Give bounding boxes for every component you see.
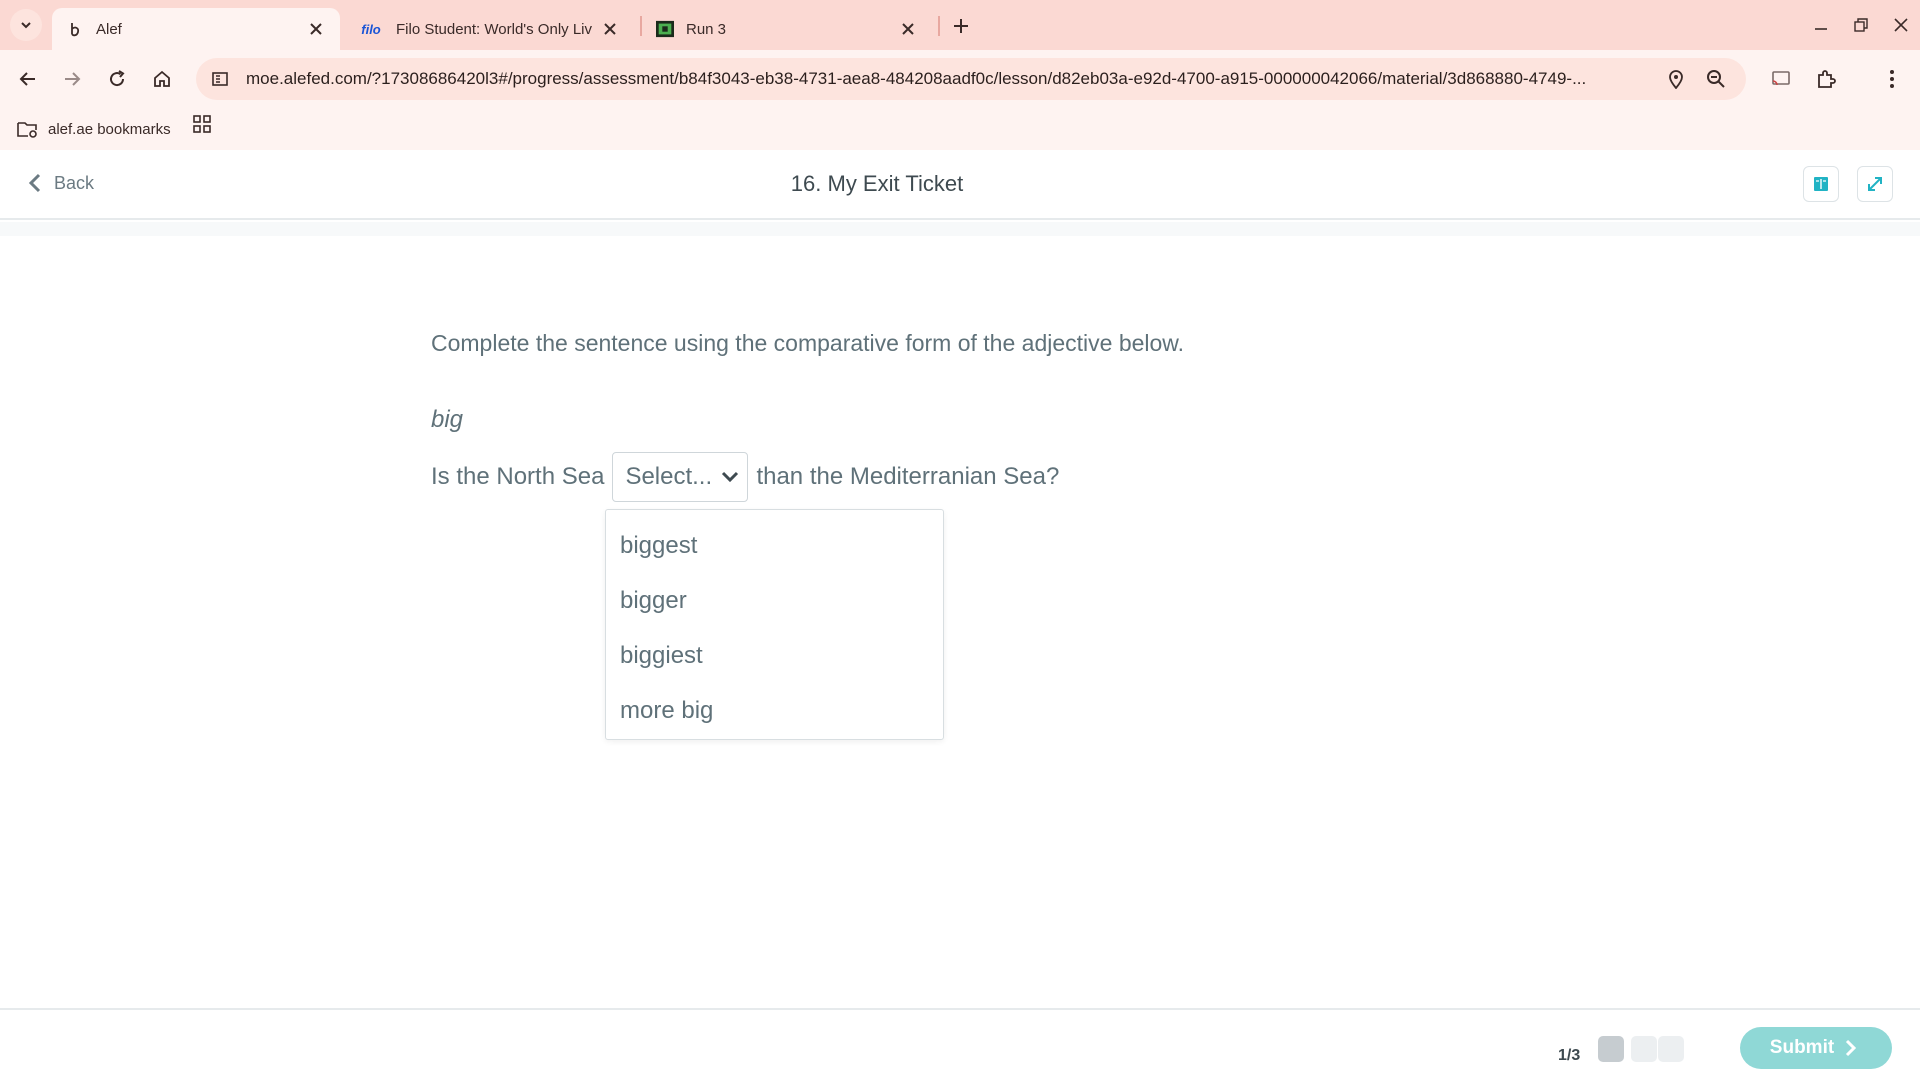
tab-search-button[interactable] (10, 9, 42, 41)
minimize-icon (1815, 28, 1827, 30)
tab-separator (938, 16, 940, 36)
apps-grid-button[interactable] (190, 112, 214, 136)
url-text: moe.alefed.com/?17308686420l3#/progress/… (246, 69, 1587, 88)
reload-icon (110, 70, 125, 87)
location-pin-icon[interactable] (1664, 67, 1688, 91)
close-window-button[interactable] (1886, 10, 1916, 40)
adjective-prompt: big (431, 406, 464, 433)
back-nav-button[interactable] (12, 63, 44, 95)
question-instruction: Complete the sentence using the comparat… (431, 330, 1185, 356)
new-tab-button[interactable] (946, 11, 976, 41)
sentence-after: than the Mediterranian Sea? (756, 463, 1060, 490)
lesson-header: Back 16. My Exit Ticket (0, 150, 1920, 220)
menu-button[interactable] (1876, 63, 1908, 95)
zoom-icon[interactable] (1704, 67, 1728, 91)
page-indicator: 1/3 (1558, 1047, 1581, 1064)
address-bar[interactable]: moe.alefed.com/?17308686420l3#/progress/… (196, 58, 1746, 100)
extensions-button[interactable] (1810, 63, 1842, 95)
kebab-menu-icon (1890, 70, 1894, 88)
browser-toolbar: moe.alefed.com/?17308686420l3#/progress/… (0, 50, 1920, 108)
arrow-left-icon (19, 72, 35, 86)
close-icon (1894, 18, 1908, 32)
submit-button[interactable]: Submit (1740, 1027, 1892, 1069)
chevron-down-icon (21, 22, 31, 29)
dropdown-option[interactable]: more big (606, 683, 943, 738)
answer-dropdown-menu: biggest bigger biggiest more big (605, 509, 944, 740)
chevron-right-icon (1844, 1038, 1862, 1058)
tab-run3[interactable]: Run 3 (642, 8, 932, 50)
dropdown-option[interactable]: bigger (606, 573, 943, 628)
question-footer: 1/3 Submit (0, 1008, 1920, 1080)
minimize-button[interactable] (1806, 10, 1836, 40)
page-title: 16. My Exit Ticket (790, 171, 964, 196)
book-icon (1814, 177, 1828, 191)
grid-icon (193, 115, 211, 133)
dropdown-option[interactable]: biggiest (606, 628, 943, 683)
bookmarks-bar: alef.ae bookmarks (0, 108, 1920, 150)
page-dot-3[interactable] (1658, 1036, 1684, 1062)
restore-icon (1854, 18, 1868, 32)
bookmark-label: alef.ae bookmarks (48, 120, 171, 138)
page-dot-2[interactable] (1631, 1036, 1657, 1062)
plus-icon (954, 19, 968, 33)
managed-folder-icon (16, 117, 40, 141)
puzzle-icon (1818, 70, 1836, 88)
tab-title: Run 3 (686, 20, 727, 38)
tab-filo[interactable]: filo Filo Student: World's Only Live I (344, 8, 634, 50)
restore-button[interactable] (1846, 10, 1876, 40)
tab-alef[interactable]: Alef (52, 8, 340, 50)
arrow-right-icon (65, 72, 81, 86)
cast-icon (1772, 71, 1790, 86)
forward-nav-button[interactable] (56, 63, 88, 95)
close-icon[interactable] (898, 19, 918, 39)
sentence-before: Is the North Sea (431, 463, 605, 490)
site-info-icon[interactable] (208, 67, 232, 91)
close-icon[interactable] (306, 19, 326, 39)
home-icon (154, 70, 170, 87)
expand-icon (1868, 177, 1882, 191)
submit-label: Submit (1769, 1037, 1835, 1058)
tab-title: Filo Student: World's Only Live I (396, 20, 592, 38)
select-placeholder: Select... (625, 463, 713, 490)
run3-game-icon (656, 20, 674, 38)
reload-button[interactable] (101, 63, 133, 95)
browser-tab-bar: Alef filo Filo Student: World's Only Liv… (0, 0, 1920, 50)
question-sentence: Is the North Sea Select... than the Medi… (431, 452, 1059, 502)
dropdown-option[interactable]: biggest (606, 518, 943, 573)
reader-button[interactable] (1803, 166, 1839, 202)
answer-select[interactable]: Select... (612, 452, 749, 502)
close-icon[interactable] (600, 19, 620, 39)
bookmark-folder-alef[interactable]: alef.ae bookmarks (16, 116, 171, 142)
question-area: Complete the sentence using the comparat… (0, 222, 1920, 1010)
fullscreen-button[interactable] (1857, 166, 1893, 202)
page-dot-1[interactable] (1598, 1036, 1624, 1062)
alef-logo-icon (66, 20, 84, 38)
cast-button[interactable] (1765, 63, 1797, 95)
chevron-down-icon (717, 464, 743, 490)
home-button[interactable] (146, 63, 178, 95)
tab-title: Alef (96, 20, 122, 38)
filo-logo-icon: filo (361, 21, 381, 37)
